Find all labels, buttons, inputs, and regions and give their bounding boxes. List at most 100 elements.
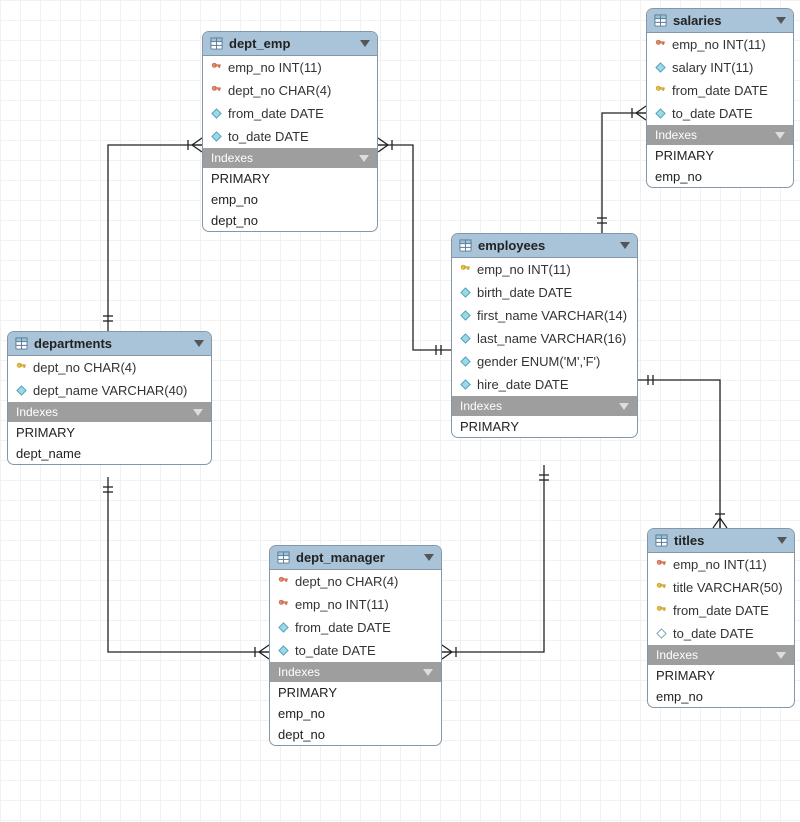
column-row: title VARCHAR(50) [648, 576, 794, 599]
column-text: emp_no INT(11) [673, 557, 767, 572]
primary-key-icon [16, 362, 27, 373]
index-row: emp_no [648, 686, 794, 707]
entity-table-employees[interactable]: employees emp_no INT(11) birth_date DATE… [451, 233, 638, 438]
collapse-icon[interactable] [775, 132, 785, 139]
primary-key-icon [655, 85, 666, 96]
primary-key-icon [460, 264, 471, 275]
entity-title: dept_manager [296, 550, 418, 565]
entity-title-bar[interactable]: dept_manager [270, 546, 441, 570]
collapse-icon[interactable] [360, 40, 370, 47]
column-text: last_name VARCHAR(16) [477, 331, 626, 346]
column-diamond-hollow-icon [656, 628, 667, 639]
column-text: from_date DATE [672, 83, 768, 98]
indexes-header[interactable]: Indexes [203, 148, 377, 168]
collapse-icon[interactable] [193, 409, 203, 416]
column-text: to_date DATE [673, 626, 754, 641]
column-row: emp_no INT(11) [270, 593, 441, 616]
collapse-icon[interactable] [423, 669, 433, 676]
column-text: from_date DATE [228, 106, 324, 121]
indexes-header[interactable]: Indexes [270, 662, 441, 682]
entity-table-salaries[interactable]: salaries emp_no INT(11) salary INT(11) f… [646, 8, 794, 188]
column-diamond-icon [16, 385, 27, 396]
column-row: gender ENUM('M','F') [452, 350, 637, 373]
collapse-icon[interactable] [776, 652, 786, 659]
column-text: hire_date DATE [477, 377, 569, 392]
column-text: from_date DATE [295, 620, 391, 635]
entity-table-dept_manager[interactable]: dept_manager dept_no CHAR(4) emp_no INT(… [269, 545, 442, 746]
primary-key-icon [656, 605, 667, 616]
column-row: from_date DATE [647, 79, 793, 102]
column-text: dept_no CHAR(4) [295, 574, 398, 589]
entity-title: titles [674, 533, 771, 548]
column-row: to_date DATE [203, 125, 377, 148]
column-diamond-icon [211, 108, 222, 119]
column-row: from_date DATE [648, 599, 794, 622]
collapse-icon[interactable] [620, 242, 630, 249]
indexes-label: Indexes [211, 151, 253, 165]
indexes-label: Indexes [278, 665, 320, 679]
column-text: salary INT(11) [672, 60, 753, 75]
collapse-icon[interactable] [777, 537, 787, 544]
entity-title-bar[interactable]: titles [648, 529, 794, 553]
column-diamond-icon [460, 379, 471, 390]
entity-title: departments [34, 336, 188, 351]
entity-title-bar[interactable]: dept_emp [203, 32, 377, 56]
primary-key-icon [656, 582, 667, 593]
collapse-icon[interactable] [424, 554, 434, 561]
table-icon [655, 534, 668, 547]
indexes-header[interactable]: Indexes [648, 645, 794, 665]
column-diamond-icon [278, 645, 289, 656]
indexes-label: Indexes [460, 399, 502, 413]
index-row: PRIMARY [270, 682, 441, 703]
column-text: emp_no INT(11) [477, 262, 571, 277]
collapse-icon[interactable] [619, 403, 629, 410]
column-text: to_date DATE [228, 129, 309, 144]
column-row: salary INT(11) [647, 56, 793, 79]
table-icon [15, 337, 28, 350]
column-list: emp_no INT(11) dept_no CHAR(4) from_date… [203, 56, 377, 148]
column-diamond-icon [460, 287, 471, 298]
indexes-label: Indexes [16, 405, 58, 419]
column-row: to_date DATE [270, 639, 441, 662]
index-row: PRIMARY [647, 145, 793, 166]
table-icon [210, 37, 223, 50]
column-row: last_name VARCHAR(16) [452, 327, 637, 350]
entity-table-departments[interactable]: departments dept_no CHAR(4) dept_name VA… [7, 331, 212, 465]
column-row: emp_no INT(11) [452, 258, 637, 281]
collapse-icon[interactable] [194, 340, 204, 347]
table-icon [654, 14, 667, 27]
index-row: PRIMARY [452, 416, 637, 437]
index-row: emp_no [270, 703, 441, 724]
index-row: dept_no [203, 210, 377, 231]
index-row: PRIMARY [8, 422, 211, 443]
column-text: emp_no INT(11) [228, 60, 322, 75]
indexes-header[interactable]: Indexes [452, 396, 637, 416]
column-text: dept_name VARCHAR(40) [33, 383, 187, 398]
column-diamond-icon [460, 310, 471, 321]
foreign-key-icon [211, 62, 222, 73]
entity-title-bar[interactable]: salaries [647, 9, 793, 33]
collapse-icon[interactable] [359, 155, 369, 162]
indexes-label: Indexes [656, 648, 698, 662]
column-row: from_date DATE [203, 102, 377, 125]
entity-title-bar[interactable]: employees [452, 234, 637, 258]
column-list: emp_no INT(11) birth_date DATE first_nam… [452, 258, 637, 396]
collapse-icon[interactable] [776, 17, 786, 24]
index-row: PRIMARY [203, 168, 377, 189]
column-row: from_date DATE [270, 616, 441, 639]
column-text: from_date DATE [673, 603, 769, 618]
column-row: dept_name VARCHAR(40) [8, 379, 211, 402]
indexes-header[interactable]: Indexes [647, 125, 793, 145]
entity-table-dept_emp[interactable]: dept_emp emp_no INT(11) dept_no CHAR(4) … [202, 31, 378, 232]
entity-title: salaries [673, 13, 770, 28]
column-row: birth_date DATE [452, 281, 637, 304]
column-text: dept_no CHAR(4) [228, 83, 331, 98]
entity-table-titles[interactable]: titles emp_no INT(11) title VARCHAR(50) … [647, 528, 795, 708]
entity-title-bar[interactable]: departments [8, 332, 211, 356]
index-row: PRIMARY [648, 665, 794, 686]
indexes-header[interactable]: Indexes [8, 402, 211, 422]
column-text: to_date DATE [672, 106, 753, 121]
column-row: dept_no CHAR(4) [270, 570, 441, 593]
column-row: to_date DATE [648, 622, 794, 645]
column-row: to_date DATE [647, 102, 793, 125]
